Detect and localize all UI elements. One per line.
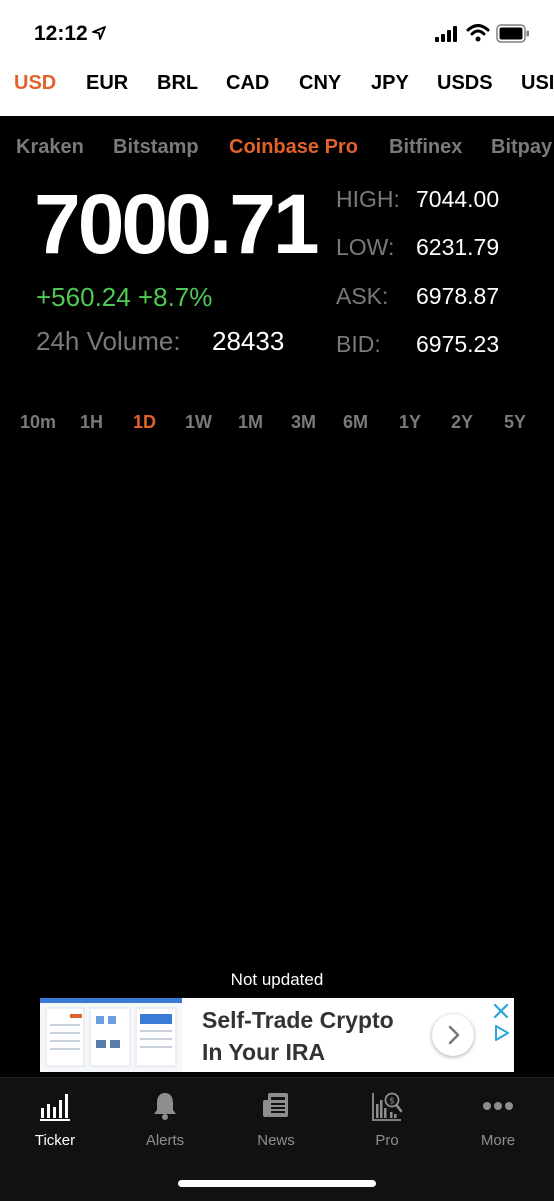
- currency-usd[interactable]: USD: [14, 72, 56, 95]
- ask-label: ASK:: [336, 283, 389, 309]
- more-dots-icon: [483, 1102, 513, 1110]
- exchange-coinbase-pro[interactable]: Coinbase Pro: [229, 136, 358, 159]
- ad-banner[interactable]: Self-Trade Crypto In Your IRA: [40, 998, 514, 1072]
- ad-line-2: In Your IRA: [202, 1039, 326, 1065]
- current-price: 7000.71: [34, 177, 320, 271]
- range-1y[interactable]: 1Y: [399, 412, 421, 433]
- cellular-signal-icon: [435, 26, 457, 42]
- ad-headline: Self-Trade Crypto In Your IRA: [202, 1004, 394, 1068]
- range-1d[interactable]: 1D: [133, 412, 156, 433]
- low-label: LOW:: [336, 234, 395, 260]
- currency-usi[interactable]: USI: [521, 72, 554, 95]
- update-status: Not updated: [230, 970, 324, 989]
- chart-area[interactable]: [0, 450, 554, 960]
- status-time: 12:12: [34, 22, 88, 45]
- tab-ticker-label: Ticker: [34, 1132, 76, 1149]
- battery-icon: [496, 24, 529, 43]
- bid-value: 6975.23: [416, 331, 500, 357]
- tab-pro-label: Pro: [375, 1132, 399, 1149]
- tab-pro[interactable]: $ Pro: [332, 1078, 442, 1168]
- pro-chart-magnifier-icon: $: [372, 1092, 403, 1121]
- currency-bar: USD EUR BRL CAD CNY JPY USDS USI: [0, 64, 554, 116]
- tab-news[interactable]: News: [221, 1078, 331, 1168]
- wifi-icon: [466, 24, 490, 42]
- high-value: 7044.00: [416, 186, 500, 212]
- tab-alerts-label: Alerts: [145, 1132, 185, 1149]
- currency-brl[interactable]: BRL: [157, 72, 198, 95]
- newspaper-icon: [263, 1093, 288, 1117]
- status-bar: 12:12: [0, 0, 554, 64]
- range-5y[interactable]: 5Y: [504, 412, 526, 433]
- svg-text:$: $: [389, 1097, 395, 1107]
- range-2y[interactable]: 2Y: [451, 412, 473, 433]
- close-icon[interactable]: [492, 1002, 510, 1020]
- currency-usds[interactable]: USDS: [437, 72, 493, 95]
- chevron-right-icon[interactable]: [432, 1014, 474, 1056]
- currency-eur[interactable]: EUR: [86, 72, 128, 95]
- range-10m[interactable]: 10m: [20, 412, 56, 433]
- currency-cad[interactable]: CAD: [226, 72, 269, 95]
- range-1w[interactable]: 1W: [185, 412, 212, 433]
- ad-line-1: Self-Trade Crypto: [202, 1007, 394, 1033]
- range-6m[interactable]: 6M: [343, 412, 368, 433]
- ad-screenshot-image: [40, 998, 182, 1072]
- tab-more[interactable]: More: [443, 1078, 553, 1168]
- currency-cny[interactable]: CNY: [299, 72, 341, 95]
- range-1m[interactable]: 1M: [238, 412, 263, 433]
- tab-news-label: News: [257, 1132, 295, 1149]
- home-indicator[interactable]: [178, 1180, 376, 1187]
- exchange-bar: Kraken Bitstamp Coinbase Pro Bitfinex Bi…: [0, 128, 554, 168]
- exchange-bitfinex[interactable]: Bitfinex: [389, 136, 462, 159]
- tab-alerts[interactable]: Alerts: [110, 1078, 220, 1168]
- tab-ticker[interactable]: Ticker: [0, 1078, 110, 1168]
- exchange-bitstamp[interactable]: Bitstamp: [113, 136, 199, 159]
- ad-choices-icon[interactable]: [492, 1024, 510, 1042]
- bell-icon: [154, 1093, 176, 1120]
- currency-jpy[interactable]: JPY: [371, 72, 409, 95]
- location-arrow-icon: [92, 26, 106, 40]
- range-1h[interactable]: 1H: [80, 412, 103, 433]
- exchange-bitpay[interactable]: Bitpay: [491, 136, 552, 159]
- exchange-kraken[interactable]: Kraken: [16, 136, 84, 159]
- volume-value: 28433: [212, 326, 285, 356]
- low-value: 6231.79: [416, 234, 500, 260]
- top-header: 12:12 USD EUR BRL CAD CNY JPY USDS USI: [0, 0, 554, 116]
- ask-value: 6978.87: [416, 283, 500, 309]
- volume-label: 24h Volume:: [36, 326, 181, 356]
- range-3m[interactable]: 3M: [291, 412, 316, 433]
- high-label: HIGH:: [336, 186, 400, 212]
- bid-label: BID:: [336, 331, 381, 357]
- bar-chart-icon: [40, 1094, 70, 1121]
- price-change: +560.24 +8.7%: [36, 282, 213, 312]
- tab-more-label: More: [480, 1132, 516, 1149]
